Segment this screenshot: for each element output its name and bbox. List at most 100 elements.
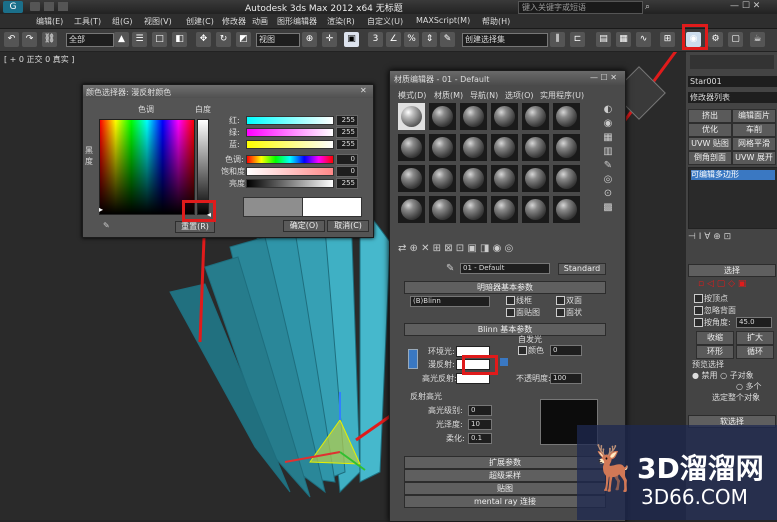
mirror-icon[interactable]: ⫼ <box>550 32 565 47</box>
sample-slot[interactable] <box>429 134 456 161</box>
angle-snap-icon[interactable]: ∠ <box>386 32 401 47</box>
undo-icon[interactable]: ↶ <box>4 32 19 47</box>
rotate-icon[interactable]: ↻ <box>216 32 231 47</box>
me-menu-navigation[interactable]: 导航(N) <box>470 90 498 101</box>
hue-spinner[interactable]: 0 <box>336 154 358 165</box>
meshsmooth-button[interactable]: 网格平滑 <box>732 137 776 151</box>
extended-params-rollout[interactable]: 扩展参数 <box>404 456 606 469</box>
sample-slot[interactable] <box>522 196 549 223</box>
lock-ambient-diffuse-icon[interactable] <box>408 349 418 369</box>
menu-rendering[interactable]: 渲染(R) <box>327 16 355 27</box>
sample-slot[interactable] <box>429 103 456 130</box>
render-icon[interactable]: ☕ <box>750 32 765 47</box>
glossiness-spinner[interactable]: 10 <box>468 419 492 430</box>
quick-access-icon[interactable] <box>30 2 40 11</box>
sample-slot[interactable] <box>491 134 518 161</box>
wire-checkbox[interactable] <box>506 296 515 305</box>
pick-material-icon[interactable]: ✎ <box>446 263 454 274</box>
mental-ray-rollout[interactable]: mental ray 连接 <box>404 495 606 508</box>
viewport-label[interactable]: [ + 0 正交 0 真实 ] <box>4 54 74 65</box>
sample-slot[interactable] <box>522 165 549 192</box>
self-illum-spinner[interactable]: 0 <box>550 345 582 356</box>
link-icon[interactable]: ⛓ <box>42 32 57 47</box>
shader-type-select[interactable]: (B)Blinn <box>410 296 490 307</box>
blue-slider[interactable] <box>246 140 334 149</box>
extrude-button[interactable]: 挤出 <box>688 109 732 123</box>
percent-snap-icon[interactable]: % <box>404 32 419 47</box>
edit-named-selection-icon[interactable]: ✎ <box>440 32 455 47</box>
supersampling-rollout[interactable]: 超级采样 <box>404 469 606 482</box>
menu-customize[interactable]: 自定义(U) <box>367 16 403 27</box>
pivot-icon[interactable]: ⊕ <box>302 32 317 47</box>
diffuse-map-icon[interactable] <box>500 358 508 366</box>
graphite-icon[interactable]: ▦ <box>616 32 631 47</box>
align-icon[interactable]: ⊏ <box>570 32 585 47</box>
sample-slot[interactable] <box>553 103 580 130</box>
blinn-basic-rollout[interactable]: Blinn 基本参数 <box>404 323 606 336</box>
face-map-checkbox[interactable] <box>506 308 515 317</box>
select-icon[interactable]: ▲ <box>114 32 129 47</box>
shader-basic-rollout[interactable]: 明暗器基本参数 <box>404 281 606 294</box>
sample-slot[interactable] <box>398 134 425 161</box>
sample-slot[interactable] <box>522 103 549 130</box>
layer-manager-icon[interactable]: ▤ <box>596 32 611 47</box>
edit-patch-button[interactable]: 编辑面片 <box>732 109 776 123</box>
menu-help[interactable]: 帮助(H) <box>482 16 510 27</box>
sample-slot[interactable] <box>553 196 580 223</box>
material-name-field[interactable]: 01 - Default <box>460 263 550 274</box>
sample-slot-active[interactable] <box>398 103 425 130</box>
by-vertex-checkbox[interactable] <box>694 294 703 303</box>
move-icon[interactable]: ✥ <box>196 32 211 47</box>
lathe-button[interactable]: 车削 <box>732 123 776 137</box>
me-menu-options[interactable]: 选项(O) <box>505 90 534 101</box>
stack-item[interactable]: 可编辑多边形 <box>691 170 775 180</box>
value-spinner[interactable]: 255 <box>336 178 358 189</box>
uvw-map-button[interactable]: UVW 贴图 <box>688 137 732 151</box>
sample-slot[interactable] <box>491 165 518 192</box>
specular-level-spinner[interactable]: 0 <box>468 405 492 416</box>
sample-slot[interactable] <box>491 103 518 130</box>
ok-button[interactable]: 确定(O) <box>283 220 325 232</box>
render-setup-icon[interactable]: ⚙ <box>708 32 723 47</box>
sample-slot[interactable] <box>429 196 456 223</box>
me-menu-utilities[interactable]: 实用程序(U) <box>540 90 584 101</box>
sample-slot[interactable] <box>553 165 580 192</box>
hue-slider[interactable] <box>246 155 334 164</box>
save-icon[interactable] <box>44 2 54 11</box>
slider-marker-icon[interactable]: ▸ <box>99 205 103 214</box>
grow-button[interactable]: 扩大 <box>736 331 774 345</box>
material-toolbar[interactable]: ⇄ ⊕ ✕ ⊞ ⊠ ⊡ ▣ ◨ ◉ ◎ <box>398 243 614 257</box>
selection-rollout[interactable]: 选择 <box>688 264 776 277</box>
maps-rollout[interactable]: 贴图 <box>404 482 606 495</box>
by-angle-checkbox[interactable] <box>694 318 703 327</box>
hue-blackness-field[interactable] <box>99 119 195 215</box>
reference-coord-select[interactable]: 视图 <box>256 33 300 47</box>
sample-slot[interactable] <box>491 196 518 223</box>
modifier-list-select[interactable]: 修改器列表 <box>688 92 777 103</box>
rendered-frame-icon[interactable]: ▢ <box>728 32 743 47</box>
named-selection-select[interactable]: 创建选择集 <box>462 33 548 47</box>
soften-spinner[interactable]: 0.1 <box>468 433 492 444</box>
object-name-field[interactable]: Star001 <box>688 76 777 87</box>
reset-button[interactable]: 重置(R) <box>175 221 215 233</box>
preview-multi-radio[interactable]: ○ 多个 <box>736 381 762 392</box>
me-menu-modes[interactable]: 模式(D) <box>398 90 426 101</box>
menu-animation[interactable]: 动画 <box>252 16 268 27</box>
undo-icon[interactable] <box>58 2 68 11</box>
cancel-button[interactable]: 取消(C) <box>327 220 369 232</box>
saturation-spinner[interactable]: 0 <box>336 166 358 177</box>
subobject-icons[interactable]: ▫ ◁ ▢ ◇ ▣ <box>698 279 768 289</box>
self-illum-color-checkbox[interactable] <box>518 346 527 355</box>
ring-button[interactable]: 环形 <box>696 345 734 359</box>
opacity-spinner[interactable]: 100 <box>550 373 582 384</box>
sample-slot[interactable] <box>553 134 580 161</box>
search-icon[interactable]: ⌕ <box>645 2 655 12</box>
green-spinner[interactable]: 255 <box>336 127 358 138</box>
value-slider[interactable] <box>246 179 334 188</box>
eyedropper-icon[interactable]: ✎ <box>103 221 110 230</box>
sample-slot[interactable] <box>460 196 487 223</box>
rect-region-icon[interactable]: □ <box>152 32 167 47</box>
blue-spinner[interactable]: 255 <box>336 139 358 150</box>
window-controls[interactable]: — ☐ ✕ <box>590 73 617 82</box>
modifier-stack[interactable]: 可编辑多边形 <box>688 167 777 229</box>
